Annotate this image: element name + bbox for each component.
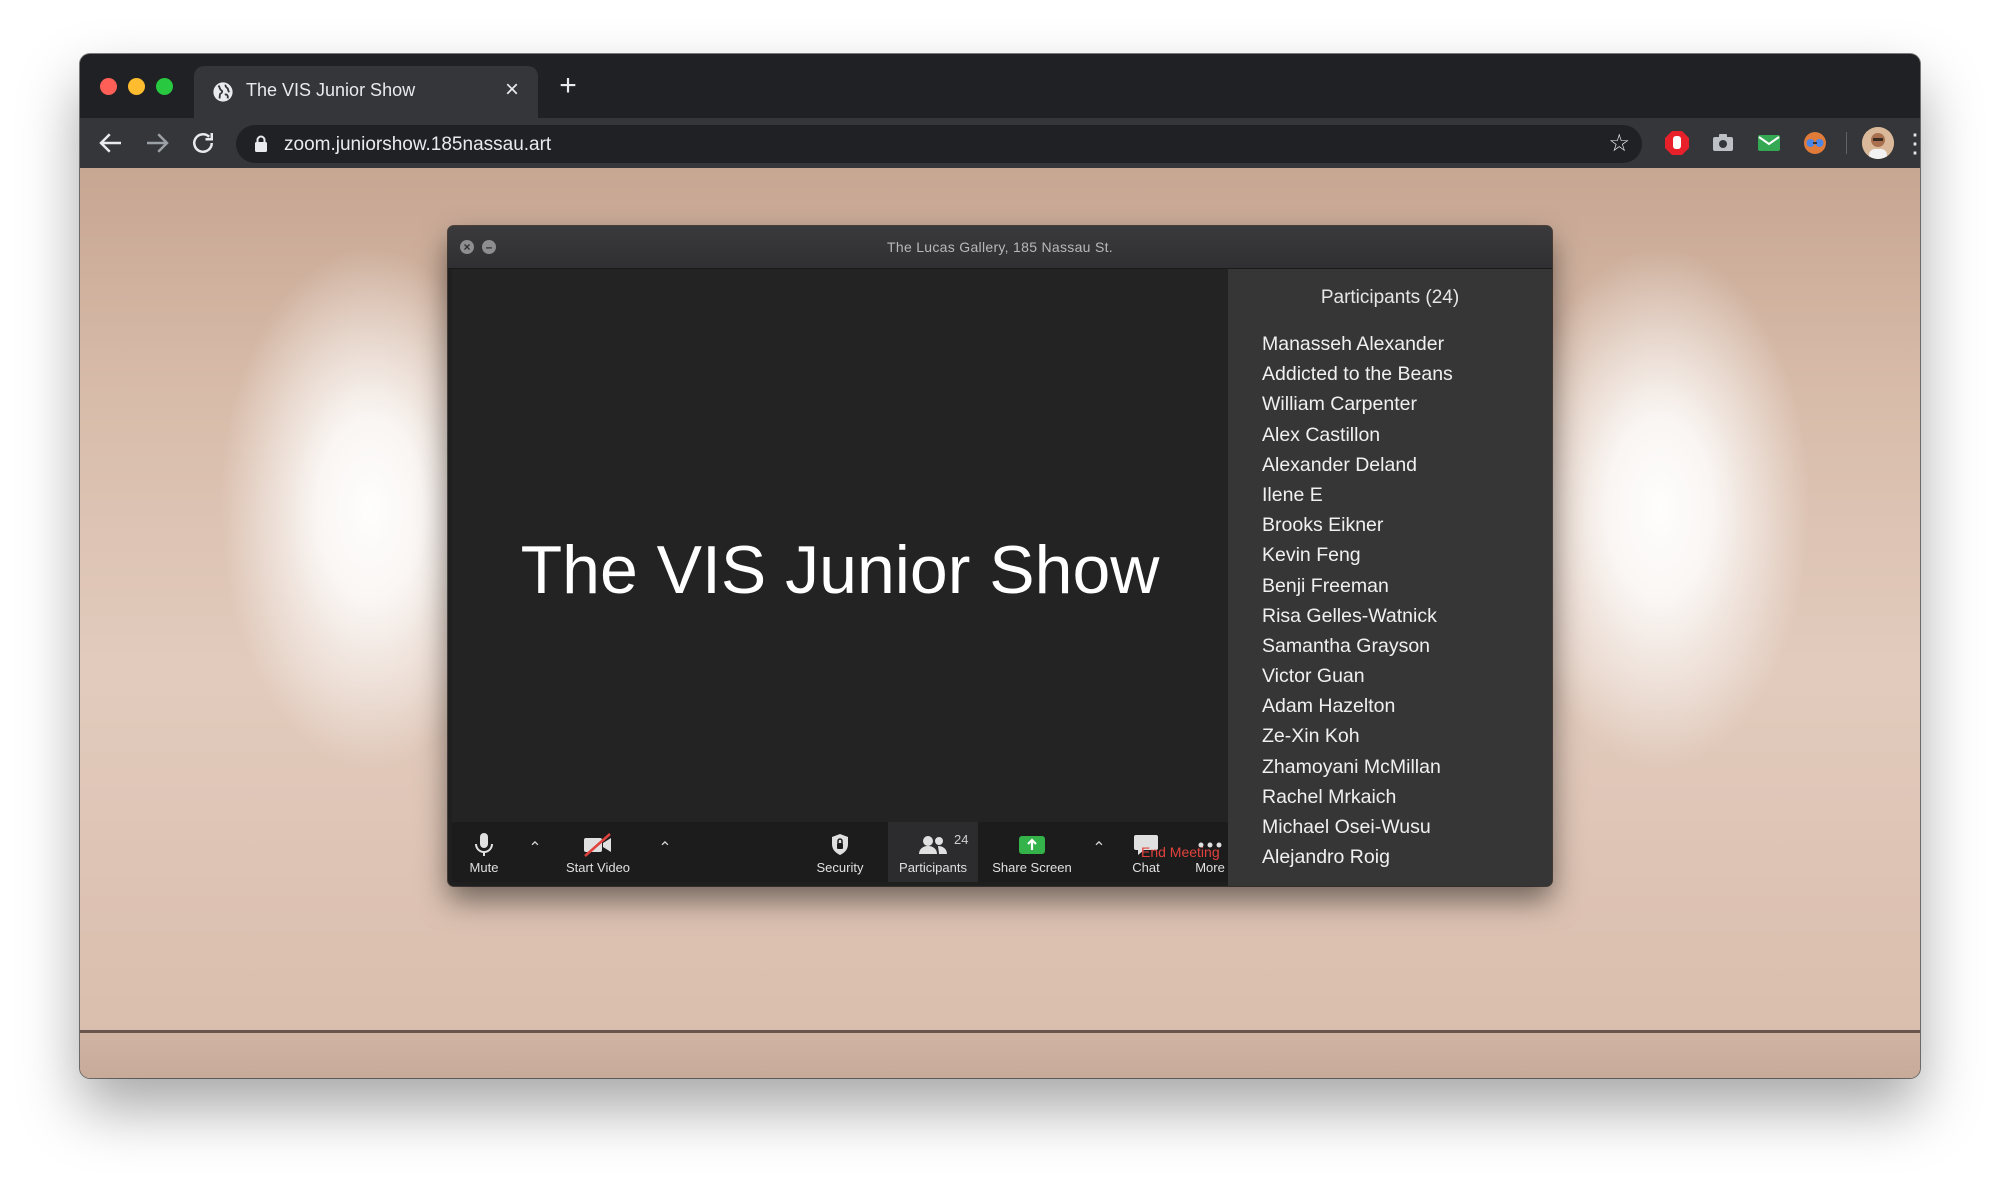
wall-lower-band (80, 1033, 1920, 1078)
participant-list: Manasseh Alexander Addicted to the Beans… (1262, 329, 1453, 872)
participant-item[interactable]: Risa Gelles-Watnick (1262, 601, 1453, 631)
participant-item[interactable]: Alejandro Roig (1262, 842, 1453, 872)
reload-button[interactable] (188, 128, 218, 158)
mail-checker-extension-icon[interactable] (1756, 130, 1782, 156)
participant-item[interactable]: Benji Freeman (1262, 571, 1453, 601)
address-bar[interactable]: zoom.juniorshow.185nassau.art ☆ (236, 125, 1642, 163)
participant-item[interactable]: Addicted to the Beans (1262, 359, 1453, 389)
meeting-control-bar: Mute ⌃ Start Video ⌃ Security 24 Partici… (452, 822, 1228, 882)
participant-item[interactable]: Victor Guan (1262, 661, 1453, 691)
participants-panel: Participants (24) Manasseh Alexander Add… (1228, 269, 1552, 886)
start-video-button[interactable]: Start Video (548, 822, 648, 882)
screenshot-camera-extension-icon[interactable] (1710, 130, 1736, 156)
arrow-left-icon (99, 133, 121, 153)
participant-item[interactable]: Adam Hazelton (1262, 691, 1453, 721)
participants-icon (919, 836, 947, 854)
ad-blocker-extension-icon[interactable] (1664, 130, 1690, 156)
browser-toolbar: zoom.juniorshow.185nassau.art ☆ ⋮ (80, 118, 1920, 168)
participants-button[interactable]: 24 Participants (888, 822, 978, 882)
glasses-extension-icon[interactable] (1802, 130, 1828, 156)
chat-label: Chat (1132, 860, 1160, 875)
video-options-chevron-icon[interactable]: ⌃ (658, 841, 672, 857)
profile-avatar[interactable] (1862, 127, 1894, 159)
start-video-label: Start Video (565, 860, 631, 875)
tab-strip: The VIS Junior Show × + (80, 54, 1920, 118)
audio-options-chevron-icon[interactable]: ⌃ (528, 841, 542, 857)
minimize-window-button[interactable] (128, 78, 145, 95)
participants-count-badge: 24 (954, 832, 969, 847)
security-button[interactable]: Security (804, 822, 876, 882)
maximize-window-button[interactable] (156, 78, 173, 95)
tab-the-vis-junior-show[interactable]: The VIS Junior Show × (194, 66, 538, 118)
arrow-right-icon (147, 133, 169, 153)
lock-icon (255, 135, 267, 152)
forward-button[interactable] (142, 128, 172, 158)
participant-item[interactable]: Ilene E (1262, 480, 1453, 510)
share-screen-label: Share Screen (992, 860, 1072, 875)
participant-item[interactable]: Brooks Eikner (1262, 510, 1453, 540)
browser-menu-icon[interactable]: ⋮ (1902, 128, 1920, 158)
back-button[interactable] (96, 128, 126, 158)
participant-item[interactable]: Alexander Deland (1262, 450, 1453, 480)
mute-label: Mute (469, 860, 499, 875)
participant-item[interactable]: Zhamoyani McMillan (1262, 752, 1453, 782)
end-meeting-button[interactable]: End Meeting (1141, 844, 1220, 860)
microphone-icon (475, 833, 493, 856)
shield-icon (832, 834, 848, 855)
security-label: Security (816, 860, 864, 875)
tab-close-icon[interactable]: × (500, 78, 524, 102)
globe-icon (213, 82, 233, 102)
participant-item[interactable]: Alex Castillon (1262, 420, 1453, 450)
participant-item[interactable]: Kevin Feng (1262, 540, 1453, 570)
participant-item[interactable]: William Carpenter (1262, 389, 1453, 419)
zoom-meeting-window: × – The Lucas Gallery, 185 Nassau St. Th… (448, 226, 1552, 886)
browser-window: The VIS Junior Show × + zoom.juniorshow.… (80, 54, 1920, 1078)
reload-icon (193, 133, 213, 153)
url-text: zoom.juniorshow.185nassau.art (284, 134, 552, 155)
bookmark-star-icon[interactable]: ☆ (1608, 129, 1630, 159)
share-options-chevron-icon[interactable]: ⌃ (1092, 841, 1106, 857)
toolbar-separator (1846, 132, 1847, 154)
tab-title: The VIS Junior Show (246, 80, 416, 100)
video-camera-off-icon (584, 833, 611, 857)
close-window-button[interactable] (100, 78, 117, 95)
share-screen-button[interactable]: Share Screen (980, 822, 1084, 882)
participant-item[interactable]: Michael Osei-Wusu (1262, 812, 1453, 842)
mute-button[interactable]: Mute (456, 822, 512, 882)
new-tab-button[interactable]: + (554, 71, 582, 101)
meeting-stage: The VIS Junior Show (452, 269, 1228, 822)
participants-label: Participants (899, 860, 967, 875)
user-avatar-icon (1862, 127, 1894, 159)
participant-item[interactable]: Ze-Xin Koh (1262, 721, 1453, 751)
shared-content-title: The VIS Junior Show (520, 532, 1160, 608)
participant-item[interactable]: Rachel Mrkaich (1262, 782, 1453, 812)
zoom-titlebar: × – The Lucas Gallery, 185 Nassau St. (448, 226, 1552, 269)
zoom-window-title: The Lucas Gallery, 185 Nassau St. (887, 239, 1113, 255)
participant-item[interactable]: Samantha Grayson (1262, 631, 1453, 661)
gallery-wall-background: × – The Lucas Gallery, 185 Nassau St. Th… (80, 168, 1920, 1078)
share-screen-icon (1019, 836, 1045, 854)
participants-panel-header: Participants (24) (1320, 287, 1460, 308)
participant-item[interactable]: Manasseh Alexander (1262, 329, 1453, 359)
